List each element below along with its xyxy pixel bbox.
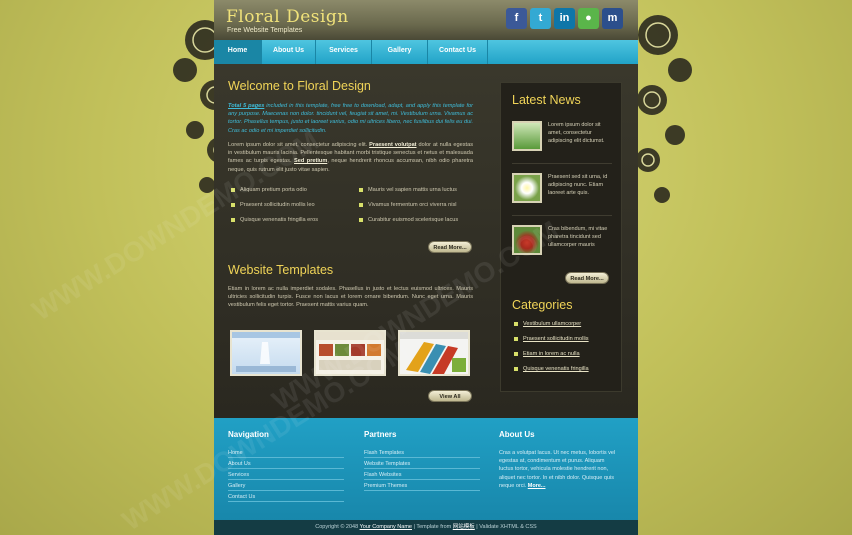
nav-about-us[interactable]: About Us	[262, 40, 316, 64]
footer-nav-link[interactable]: About Us	[228, 461, 344, 469]
bullet-item: Quisque venenatis fringilla eros	[230, 217, 319, 223]
footer-nav-link[interactable]: Services	[228, 472, 344, 480]
nav-gallery[interactable]: Gallery	[372, 40, 428, 64]
news-thumbnail[interactable]	[512, 173, 542, 203]
sed-pretium-link[interactable]: Sed pretium	[294, 158, 327, 164]
footer-about-text: Cras a volutpat lacus. Ut nec metus, lob…	[499, 450, 616, 489]
template-thumbnail[interactable]	[230, 330, 302, 376]
category-link[interactable]: Praesent sollicitudin mollis	[514, 336, 589, 342]
divider	[512, 215, 612, 216]
footer-more-link[interactable]: More...	[528, 483, 546, 489]
welcome-body: Lorem ipsum dolor sit amet, consectetur …	[228, 142, 474, 173]
category-link[interactable]: Quisque venenatis fringilla	[514, 366, 589, 372]
category-link[interactable]: Etiam in lorem ac nulla	[514, 351, 580, 357]
facebook-icon[interactable]: f	[506, 8, 527, 29]
main-nav: Home About Us Services Gallery Contact U…	[214, 40, 638, 68]
news-thumbnail[interactable]	[512, 121, 542, 151]
news-item-text: Lorem ipsum dolor sit amet, consectetur …	[548, 122, 605, 145]
bullet-item: Aliquam pretium porta odio	[231, 187, 307, 193]
news-item-text: Cras bibendum, mi vitae pharetra tincidu…	[548, 226, 608, 249]
templates-body: Etiam in lorem ac nulla imperdiet sodale…	[228, 286, 473, 309]
page-container: Floral Design Free Website Templates f t…	[214, 0, 638, 535]
nav-services[interactable]: Services	[316, 40, 372, 64]
praesent-volutpat-link[interactable]: Praesent volutpat	[369, 142, 416, 148]
footer-nav-link[interactable]: Contact Us	[228, 494, 344, 502]
footer-partner-link[interactable]: Flash Websites	[364, 472, 480, 480]
bullet-item: Vivamus fermentum orci viverra nisl	[359, 202, 457, 208]
site-subtitle: Free Website Templates	[227, 27, 303, 34]
company-link[interactable]: Your Company Name	[360, 524, 412, 530]
myspace-icon[interactable]: m	[602, 8, 623, 29]
sidebar: Latest News Lorem ipsum dolor sit amet, …	[500, 82, 622, 392]
floral-decoration-right	[636, 15, 692, 203]
site-title[interactable]: Floral Design	[226, 7, 349, 27]
template-thumbnail[interactable]	[398, 330, 470, 376]
twitter-icon[interactable]: t	[530, 8, 551, 29]
footer: Navigation Home About Us Services Galler…	[214, 418, 638, 520]
footer-partner-link[interactable]: Flash Templates	[364, 450, 480, 458]
intro-link[interactable]: Total 5 pages	[228, 103, 264, 109]
footer-partners-heading: Partners	[364, 430, 397, 439]
welcome-heading: Welcome to Floral Design	[228, 79, 371, 93]
categories-heading: Categories	[512, 298, 573, 312]
template-thumbnail[interactable]	[314, 330, 386, 376]
read-more-button[interactable]: Read More...	[428, 241, 472, 253]
news-thumbnail[interactable]	[512, 225, 542, 255]
copyright-bar: Copyright © 2048 Your Company Name | Tem…	[214, 520, 638, 535]
footer-nav-link[interactable]: Home	[228, 450, 344, 458]
view-all-button[interactable]: View All	[428, 390, 472, 402]
news-item-text: Praesent sed sit urna, id adipiscing nun…	[548, 174, 608, 197]
news-read-more-button[interactable]: Read More...	[565, 272, 609, 284]
footer-partner-link[interactable]: Website Templates	[364, 461, 480, 469]
footer-nav-link[interactable]: Gallery	[228, 483, 344, 491]
bullet-item: Praesent sollicitudin mollis leo	[231, 202, 315, 208]
latest-news-heading: Latest News	[512, 93, 581, 107]
divider	[512, 163, 612, 164]
template-source-link[interactable]: 网站模板	[453, 524, 475, 530]
templates-heading: Website Templates	[228, 263, 334, 277]
nav-home[interactable]: Home	[214, 40, 262, 68]
footer-partner-link[interactable]: Premium Themes	[364, 483, 480, 491]
bullet-item: Mauris vel sapien mattis urna luctus	[359, 187, 457, 193]
nav-contact-us[interactable]: Contact Us	[428, 40, 488, 64]
footer-navigation-heading: Navigation	[228, 430, 269, 439]
linkedin-icon[interactable]: in	[554, 8, 575, 29]
header: Floral Design Free Website Templates f t…	[214, 0, 638, 40]
welcome-intro: Total 5 pages included in this template,…	[228, 103, 473, 134]
chat-icon[interactable]: ●	[578, 8, 599, 29]
category-link[interactable]: Vestibulum ullamcorper	[513, 321, 581, 327]
footer-about-heading: About Us	[499, 430, 535, 439]
bullet-item: Curabitur euismod scelerisque lacus	[358, 217, 459, 223]
